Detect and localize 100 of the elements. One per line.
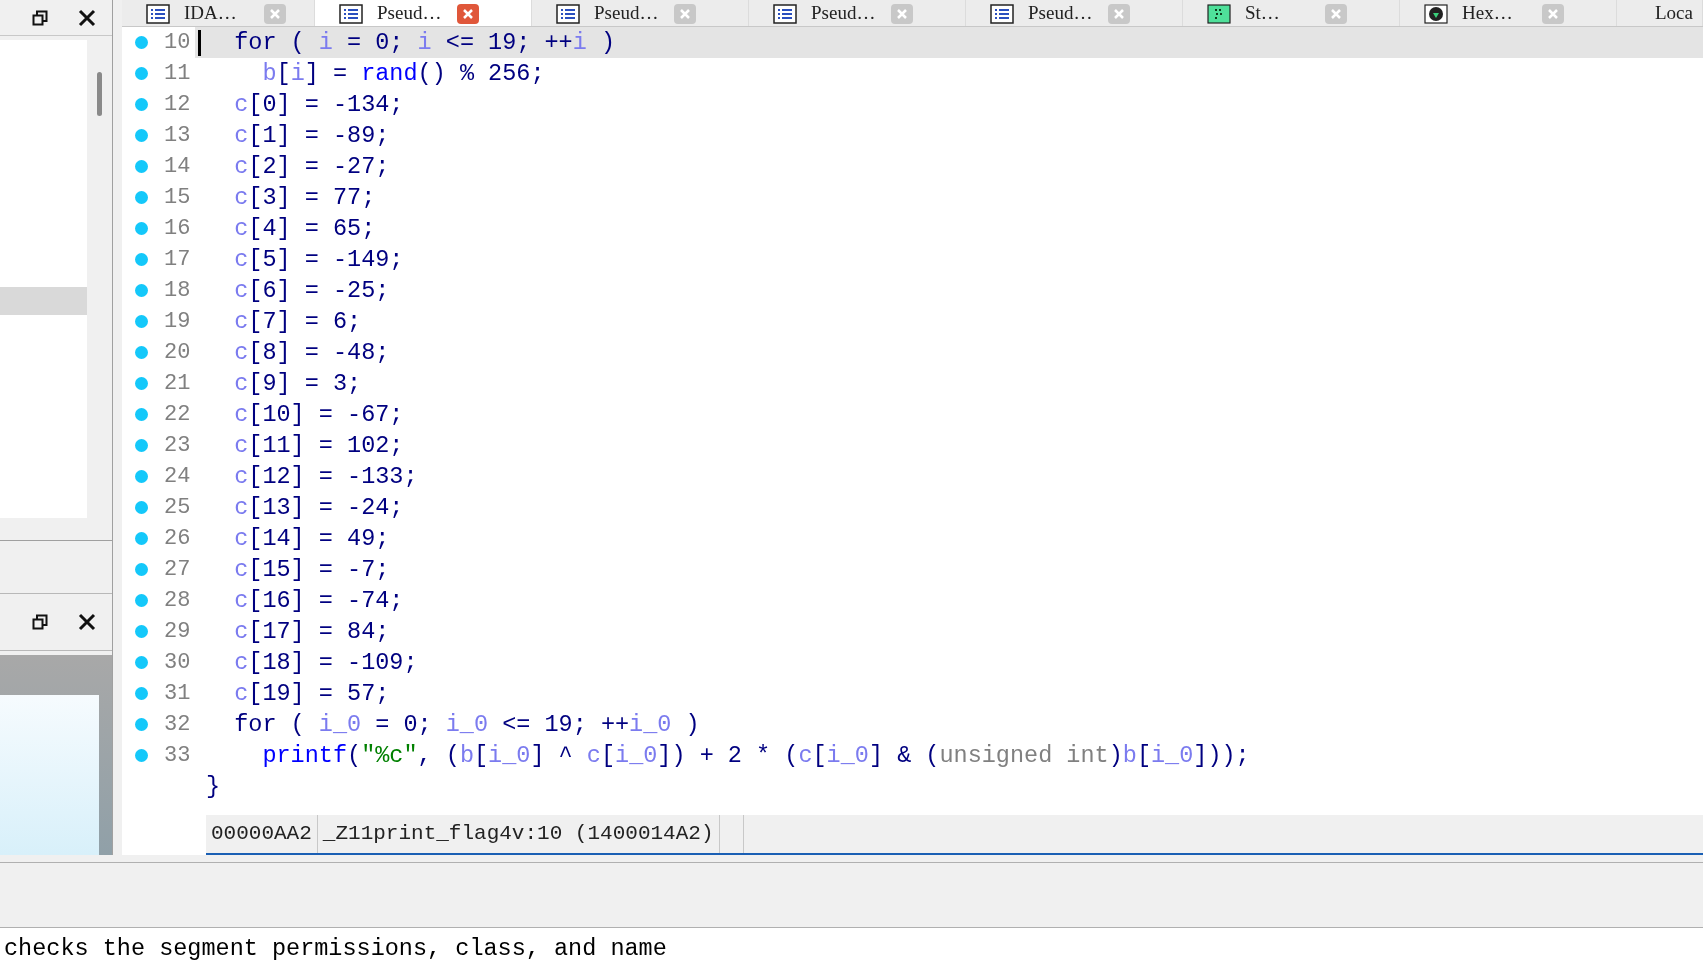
breakpoint-dot[interactable] (135, 253, 148, 266)
code-line: c[8] = -48; (233, 338, 390, 368)
code-line: c[17] = 84; (233, 617, 390, 647)
code-line: c[15] = -7; (233, 555, 390, 585)
code-line: c[19] = 57; (233, 679, 390, 709)
breakpoint-dot[interactable] (135, 222, 148, 235)
close-icon (896, 7, 908, 20)
code-line: } (206, 772, 221, 802)
breakpoint-dot[interactable] (135, 563, 148, 576)
line-number: 30 (164, 649, 191, 677)
tab[interactable]: St… (1183, 0, 1400, 26)
hex-icon (1424, 3, 1448, 24)
breakpoint-dot[interactable] (135, 315, 148, 328)
breakpoint-dot[interactable] (135, 36, 148, 49)
line-number: 12 (164, 91, 191, 119)
restore-icon[interactable] (32, 9, 48, 26)
breakpoint-dot[interactable] (135, 594, 148, 607)
breakpoint-dot[interactable] (135, 346, 148, 359)
breakpoint-dot[interactable] (135, 98, 148, 111)
text-cursor (198, 29, 201, 56)
tab-close-button[interactable] (674, 3, 696, 24)
selected-row[interactable] (0, 287, 87, 315)
code-line: b[i] = rand() % 256; (261, 59, 545, 89)
code-line: c[2] = -27; (233, 152, 390, 182)
list-icon (146, 3, 170, 24)
code-line: c[18] = -109; (233, 648, 418, 678)
line-number: 31 (164, 680, 191, 708)
code-line: c[13] = -24; (233, 493, 404, 523)
breakpoint-dot[interactable] (135, 749, 148, 762)
tab-close-button[interactable] (891, 3, 913, 24)
line-number: 28 (164, 587, 191, 615)
tab[interactable]: Hex… (1400, 0, 1617, 26)
tab[interactable]: Pseud… (749, 0, 966, 26)
tab[interactable]: IDA… (122, 0, 315, 26)
breakpoint-dot[interactable] (135, 501, 148, 514)
breakpoint-dot[interactable] (135, 625, 148, 638)
code-line: for ( i = 0; i <= 19; ++i ) (233, 28, 616, 58)
line-number: 27 (164, 556, 191, 584)
close-icon[interactable] (78, 8, 96, 27)
breakpoint-dot[interactable] (135, 718, 148, 731)
close-icon (1330, 7, 1342, 20)
breakpoint-dot[interactable] (135, 67, 148, 80)
line-number: 22 (164, 401, 191, 429)
tab-close-button[interactable] (1542, 3, 1564, 24)
status-field: _Z11print_flag4v:10 (1400014A2) (317, 815, 720, 853)
line-number: 10 (164, 29, 191, 57)
line-number: 32 (164, 711, 191, 739)
close-icon (269, 7, 281, 20)
code-line: c[1] = -89; (233, 121, 390, 151)
breakpoint-dot[interactable] (135, 377, 148, 390)
code-line: printf("%c", (b[i_0] ^ c[i_0]) + 2 * (c[i_0] & (unsigned int)b[i_0])); (261, 741, 1250, 771)
line-number: 11 (164, 60, 191, 88)
tab-close-button[interactable] (1325, 3, 1347, 24)
line-number: 29 (164, 618, 191, 646)
scrollbar-thumb[interactable] (97, 72, 102, 116)
line-number: 19 (164, 308, 191, 336)
output-text: checks the segment permissions, class, and name (4, 934, 667, 964)
list-icon (339, 3, 363, 24)
line-number: 25 (164, 494, 191, 522)
code-line: c[11] = 102; (233, 431, 404, 461)
breakpoint-dot[interactable] (135, 687, 148, 700)
tab-close-button[interactable] (457, 3, 479, 24)
line-number: 26 (164, 525, 191, 553)
breakpoint-dot[interactable] (135, 656, 148, 669)
restore-icon[interactable] (32, 614, 48, 630)
breakpoint-dot[interactable] (135, 284, 148, 297)
tab-close-button[interactable] (264, 3, 286, 24)
tab-close-button[interactable] (1108, 3, 1130, 24)
line-number: 21 (164, 370, 191, 398)
code-line: c[9] = 3; (233, 369, 362, 399)
close-icon (1113, 7, 1125, 20)
breakpoint-dot[interactable] (135, 532, 148, 545)
code-line: c[10] = -67; (233, 400, 404, 430)
line-number: 15 (164, 184, 191, 212)
tab[interactable]: Loca (1617, 0, 1703, 26)
close-icon[interactable] (78, 613, 96, 631)
close-icon (1547, 7, 1559, 20)
breakpoint-dot[interactable] (135, 160, 148, 173)
breakpoint-dot[interactable] (135, 439, 148, 452)
status-field: 00000AA2 (206, 815, 318, 853)
breakpoint-dot[interactable] (135, 470, 148, 483)
code-line: for ( i_0 = 0; i_0 <= 19; ++i_0 ) (233, 710, 700, 740)
breakpoint-dot[interactable] (135, 408, 148, 421)
list-icon (556, 3, 580, 24)
breakpoint-dot[interactable] (135, 129, 148, 142)
tab[interactable]: Pseud… (315, 0, 532, 26)
line-number: 13 (164, 122, 191, 150)
line-number: 23 (164, 432, 191, 460)
code-line: c[6] = -25; (233, 276, 390, 306)
code-line: c[14] = 49; (233, 524, 390, 554)
tab[interactable]: Pseud… (532, 0, 749, 26)
close-icon (462, 7, 474, 20)
line-number: 33 (164, 742, 191, 770)
breakpoint-dot[interactable] (135, 191, 148, 204)
code-line: c[0] = -134; (233, 90, 404, 120)
tab[interactable]: Pseud… (966, 0, 1183, 26)
line-number: 18 (164, 277, 191, 305)
line-number: 24 (164, 463, 191, 491)
line-number: 16 (164, 215, 191, 243)
code-line: c[12] = -133; (233, 462, 418, 492)
